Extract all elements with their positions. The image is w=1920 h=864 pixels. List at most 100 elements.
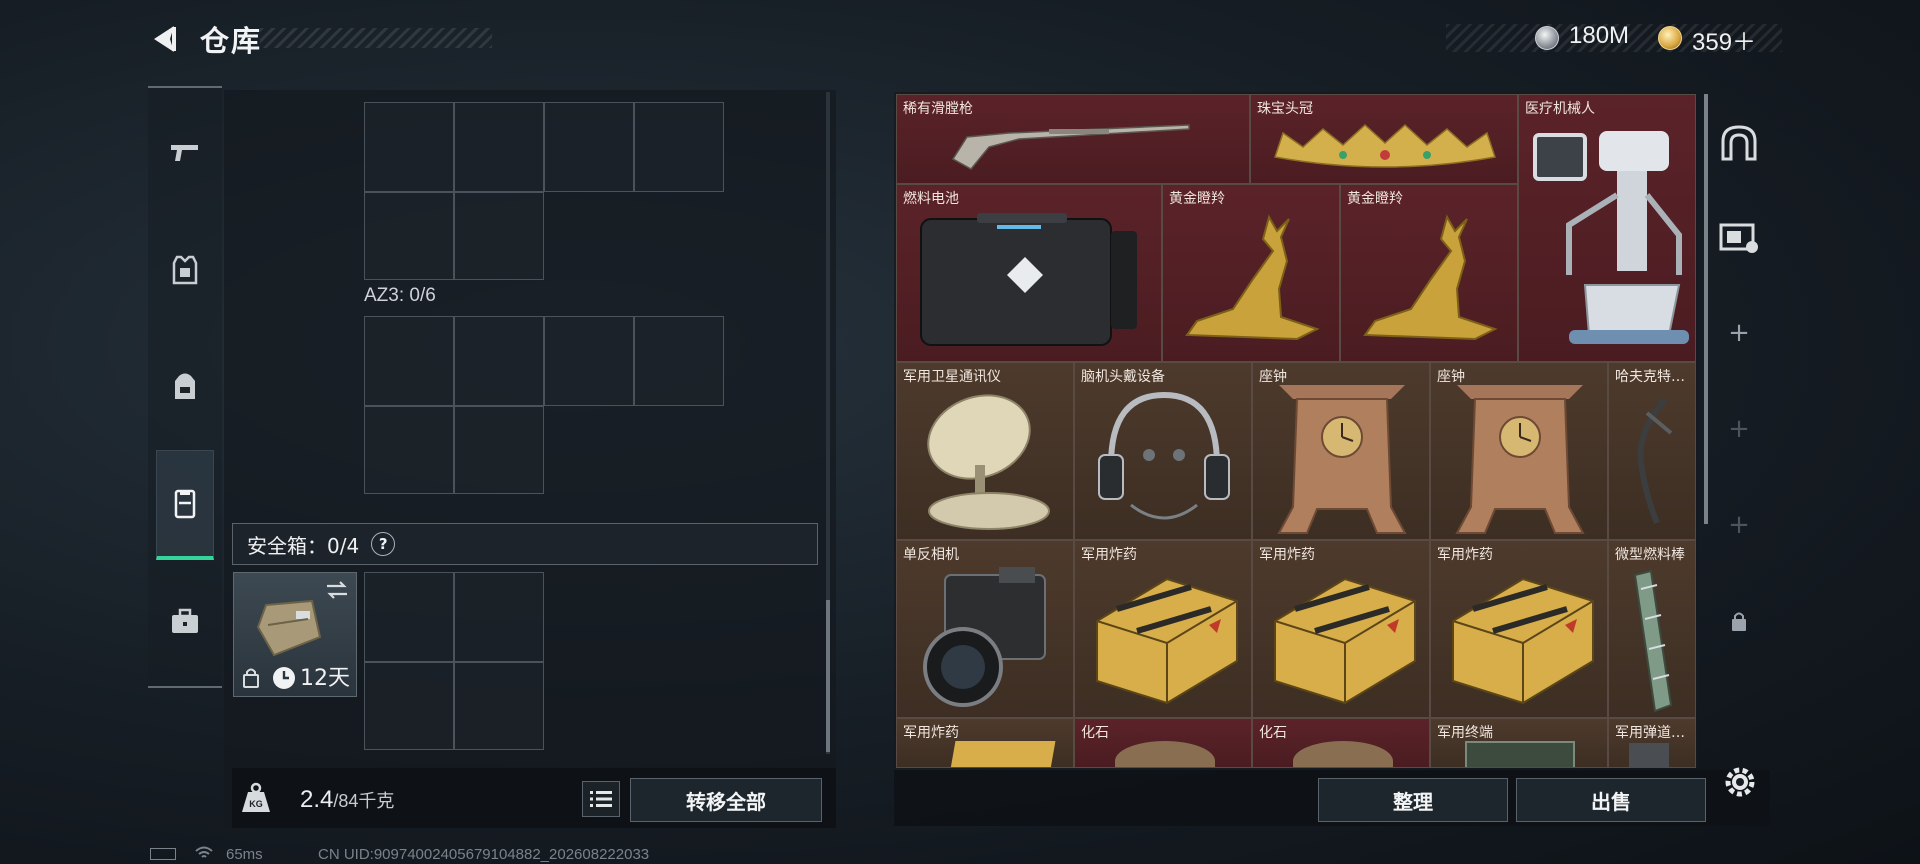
silver-coin-icon bbox=[1535, 26, 1559, 50]
item-rare-musket[interactable]: 稀有滑膛枪 bbox=[896, 94, 1250, 184]
item-name: 军用弹道… bbox=[1615, 725, 1685, 741]
item-jewel-crown[interactable]: 珠宝头冠 bbox=[1250, 94, 1518, 184]
nav-case[interactable] bbox=[157, 594, 213, 650]
item-dslr-camera[interactable]: 单反相机 bbox=[896, 540, 1074, 718]
storage-slot[interactable] bbox=[454, 192, 544, 280]
storage-scrollbar-thumb[interactable] bbox=[826, 600, 830, 752]
item-name: 化石 bbox=[1259, 725, 1287, 741]
item-name: 脑机头戴设备 bbox=[1081, 369, 1165, 385]
item-military-explosive[interactable]: 军用炸药 bbox=[1074, 540, 1252, 718]
storage-slot[interactable] bbox=[454, 406, 544, 494]
list-icon bbox=[590, 791, 612, 807]
storage-slot[interactable] bbox=[364, 406, 454, 494]
sort-button[interactable]: 整理 bbox=[1318, 778, 1508, 822]
swap-icon[interactable] bbox=[324, 579, 350, 601]
current-weight: 2.4 bbox=[300, 786, 334, 813]
storage-slot[interactable] bbox=[544, 316, 634, 406]
storage-slot[interactable] bbox=[634, 316, 724, 406]
ballistic-icon bbox=[1629, 743, 1669, 767]
item-military-satcom[interactable]: 军用卫星通讯仪 bbox=[896, 362, 1074, 540]
item-medical-robot[interactable]: 医疗机械人 bbox=[1518, 94, 1696, 362]
musket-icon bbox=[951, 124, 1190, 170]
storage-slot[interactable] bbox=[454, 316, 544, 406]
item-fossil[interactable]: 化石 bbox=[1252, 718, 1430, 768]
fossil-icon bbox=[1115, 741, 1215, 767]
gazelle-statue-icon bbox=[1185, 214, 1320, 341]
safebox-header: 安全箱：0/4 ? bbox=[232, 523, 818, 565]
storage-slot[interactable] bbox=[364, 192, 454, 280]
page-title: 仓库 bbox=[200, 24, 263, 58]
storage-slot[interactable] bbox=[364, 316, 454, 406]
uid-readout: CN UID:9097400240567910​4882_20260822203… bbox=[318, 846, 650, 863]
safebox-case-icon bbox=[256, 599, 322, 657]
add-slot-button[interactable]: + bbox=[1710, 400, 1768, 458]
nav-safebox[interactable] bbox=[157, 476, 213, 532]
list-view-button[interactable] bbox=[582, 781, 620, 817]
item-military-terminal[interactable]: 军用终端 bbox=[1430, 718, 1608, 768]
safebox-slot[interactable] bbox=[364, 662, 454, 750]
item-name: 医疗机械人 bbox=[1525, 101, 1595, 117]
explosive-crate-icon bbox=[1096, 577, 1238, 705]
explosive-crate-icon bbox=[1452, 577, 1594, 705]
safebox-slot[interactable] bbox=[454, 572, 544, 662]
armor-vest-icon bbox=[172, 255, 198, 285]
add-slot-button[interactable]: + bbox=[1710, 496, 1768, 554]
gear-icon[interactable] bbox=[1722, 764, 1758, 800]
storage-slot[interactable] bbox=[634, 102, 724, 192]
weight-kg-badge: KG bbox=[249, 799, 263, 809]
item-name: 军用终端 bbox=[1437, 725, 1493, 741]
explosive-crate-icon bbox=[1274, 577, 1416, 705]
storage-slot[interactable] bbox=[364, 102, 454, 192]
safebox-icon bbox=[174, 489, 196, 519]
nav-armor[interactable] bbox=[157, 242, 213, 298]
help-icon[interactable]: ? bbox=[371, 532, 396, 556]
item-mantel-clock[interactable]: 座钟 bbox=[1430, 362, 1608, 540]
safebox-slot[interactable] bbox=[454, 662, 544, 750]
safebox-item[interactable]: 12天 bbox=[233, 572, 357, 697]
sell-button[interactable]: 出售 bbox=[1516, 778, 1706, 822]
item-military-ballistic[interactable]: 军用弹道… bbox=[1608, 718, 1696, 768]
lock-icon bbox=[243, 668, 259, 688]
nav-weapon[interactable] bbox=[157, 124, 213, 180]
item-name: 军用卫星通讯仪 bbox=[903, 369, 1001, 385]
item-military-explosive[interactable]: 军用炸药 bbox=[1252, 540, 1430, 718]
filter-settings-button[interactable] bbox=[1710, 208, 1768, 266]
az3-capacity-label: AZ3: 0/6 bbox=[364, 285, 436, 306]
gold-currency-amount[interactable]: 359＋ bbox=[1692, 22, 1756, 57]
briefcase-icon bbox=[172, 608, 198, 633]
item-haavk-special[interactable]: 哈夫克特… bbox=[1608, 362, 1696, 540]
add-slot-button[interactable]: + bbox=[1710, 304, 1768, 362]
item-golden-gazelle[interactable]: 黄金瞪羚 bbox=[1340, 184, 1518, 362]
medical-robot-icon bbox=[1533, 131, 1689, 344]
terminal-icon bbox=[1465, 741, 1575, 767]
transfer-all-button[interactable]: 转移全部 bbox=[630, 778, 822, 822]
storage-slot[interactable] bbox=[544, 102, 634, 192]
plus-icon: + bbox=[1728, 318, 1750, 348]
item-military-explosive[interactable]: 军用炸药 bbox=[896, 718, 1074, 768]
item-military-explosive[interactable]: 军用炸药 bbox=[1430, 540, 1608, 718]
item-fuel-cell[interactable]: 燃料电池 bbox=[896, 184, 1162, 362]
item-mantel-clock[interactable]: 座钟 bbox=[1252, 362, 1430, 540]
back-arrow-icon[interactable] bbox=[148, 22, 182, 56]
item-name: 黄金瞪羚 bbox=[1169, 191, 1225, 207]
inventory-scrollbar-thumb[interactable] bbox=[1704, 94, 1708, 524]
strap-gear-icon bbox=[1637, 397, 1673, 525]
title-decor-stripes bbox=[260, 28, 492, 48]
gold-coin-icon bbox=[1658, 26, 1682, 50]
gazelle-statue-icon bbox=[1363, 214, 1498, 341]
item-micro-fuel-rod[interactable]: 微型燃料棒 bbox=[1608, 540, 1696, 718]
crown-icon bbox=[1274, 123, 1496, 168]
safebox-slot[interactable] bbox=[364, 572, 454, 662]
item-bci-headset[interactable]: 脑机头戴设备 bbox=[1074, 362, 1252, 540]
max-weight: /84千克 bbox=[333, 791, 395, 811]
fuel-cell-icon bbox=[920, 213, 1137, 346]
nav-backpack[interactable] bbox=[157, 358, 213, 414]
item-golden-gazelle[interactable]: 黄金瞪羚 bbox=[1162, 184, 1340, 362]
mantel-clock-icon bbox=[1455, 385, 1585, 534]
satellite-dish-icon bbox=[927, 394, 1050, 530]
plus-icon: + bbox=[1728, 414, 1750, 444]
storage-slot[interactable] bbox=[454, 102, 544, 192]
safebox-capacity-label: 安全箱：0/4 bbox=[247, 533, 360, 558]
item-fossil[interactable]: 化石 bbox=[1074, 718, 1252, 768]
map-view-button[interactable] bbox=[1710, 114, 1768, 172]
